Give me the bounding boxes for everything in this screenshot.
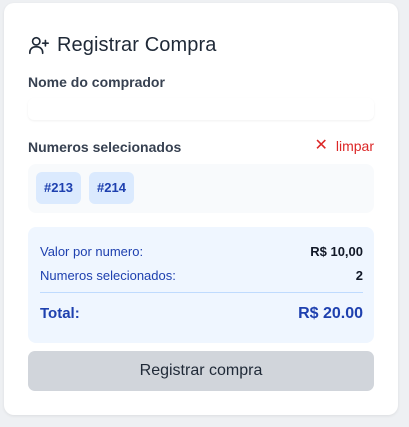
- selected-count-label: Numeros selecionados:: [40, 268, 176, 283]
- card-header: Registrar Compra: [28, 31, 216, 59]
- price-per-number-value: R$ 10,00: [310, 244, 363, 259]
- buyer-name-input[interactable]: [28, 98, 374, 120]
- total-label: Total:: [40, 305, 80, 322]
- register-purchase-button[interactable]: Registrar compra: [28, 351, 374, 391]
- number-chip[interactable]: #213: [36, 172, 81, 204]
- selected-numbers-list: #213 #214: [28, 164, 374, 213]
- clear-button-label: limpar: [335, 138, 374, 154]
- selected-numbers-label: Numeros selecionados: [28, 139, 182, 155]
- close-icon: ✕: [314, 137, 328, 154]
- selected-count-row: Numeros selecionados: 2: [40, 268, 363, 283]
- total-value: R$ 20.00: [298, 305, 363, 322]
- user-plus-icon: [28, 34, 50, 56]
- number-chip[interactable]: #214: [89, 172, 134, 204]
- clear-button[interactable]: ✕ limpar: [314, 137, 374, 155]
- price-per-number-label: Valor por numero:: [40, 244, 144, 259]
- purchase-card: Registrar Compra Nome do comprador Numer…: [4, 3, 398, 415]
- total-row: Total: R$ 20.00: [40, 305, 363, 323]
- selected-count-value: 2: [355, 268, 363, 283]
- price-per-number-row: Valor por numero: R$ 10,00: [40, 244, 363, 259]
- order-summary: Valor por numero: R$ 10,00 Numeros selec…: [28, 227, 374, 343]
- buyer-name-label: Nome do comprador: [28, 74, 165, 90]
- page-title: Registrar Compra: [57, 33, 217, 56]
- summary-divider: [40, 292, 363, 293]
